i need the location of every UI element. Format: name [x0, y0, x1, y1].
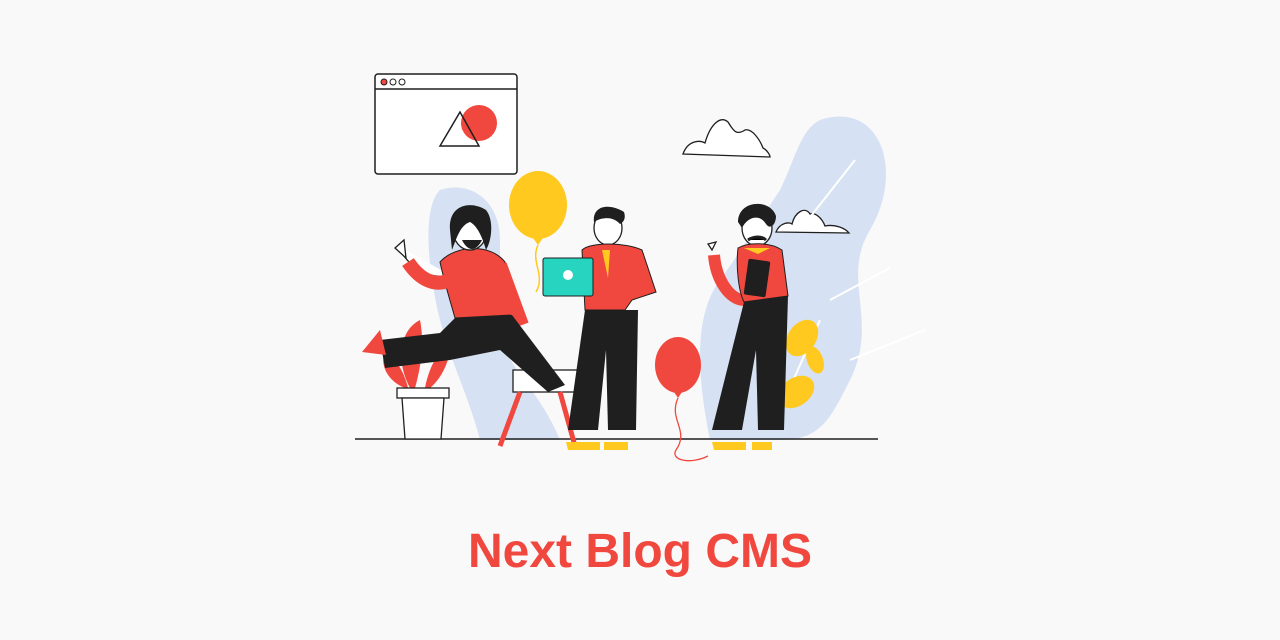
page-title: Next Blog CMS [467, 525, 812, 578]
person-laptop [542, 206, 657, 450]
laptop-icon [542, 257, 594, 297]
browser-window-icon [374, 73, 518, 175]
